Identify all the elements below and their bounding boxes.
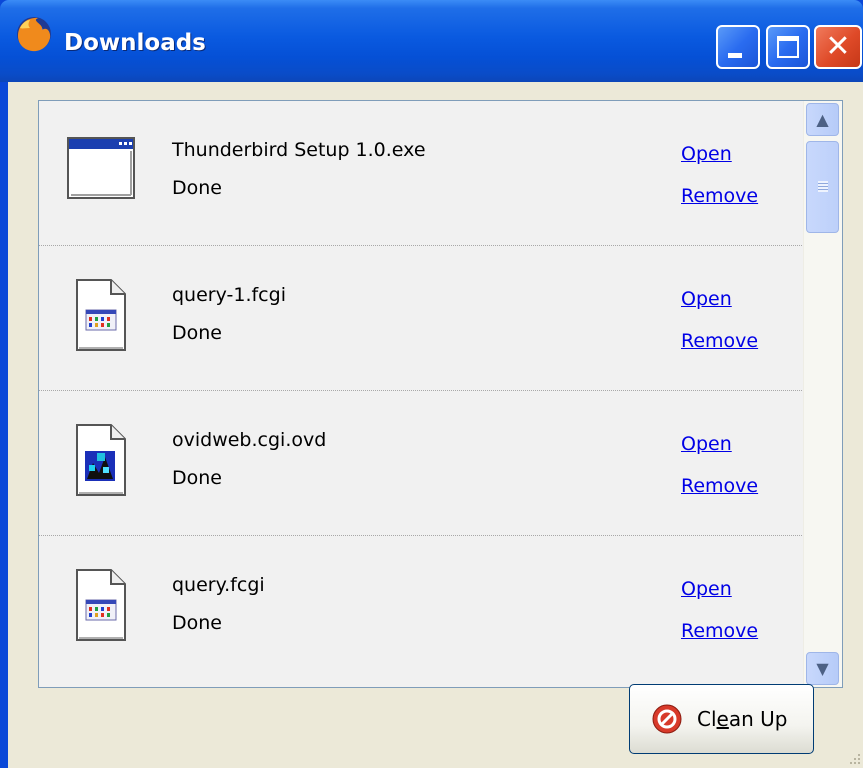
document-file-icon <box>76 569 126 641</box>
download-item[interactable]: Thunderbird Setup 1.0.exe Done Open Remo… <box>39 101 802 246</box>
maximize-button[interactable] <box>766 25 810 69</box>
open-link[interactable]: Open <box>681 288 732 310</box>
close-button[interactable]: ✕ <box>814 25 862 69</box>
download-item[interactable]: query.fcgi Done Open Remove <box>39 536 802 681</box>
scroll-down-button[interactable]: ▼ <box>806 652 839 685</box>
open-link[interactable]: Open <box>681 578 732 600</box>
file-name: query.fcgi <box>172 574 265 596</box>
open-link[interactable]: Open <box>681 433 732 455</box>
application-window-icon <box>67 137 135 199</box>
vertical-scrollbar[interactable]: ▲ ▼ <box>803 101 842 687</box>
remove-link[interactable]: Remove <box>681 185 758 207</box>
resize-grip-icon[interactable] <box>846 750 862 766</box>
download-status: Done <box>172 177 222 199</box>
remove-link[interactable]: Remove <box>681 620 758 642</box>
downloads-list[interactable]: Thunderbird Setup 1.0.exe Done Open Remo… <box>38 100 843 688</box>
file-name: ovidweb.cgi.ovd <box>172 429 327 451</box>
window-title: Downloads <box>64 30 206 56</box>
file-name: Thunderbird Setup 1.0.exe <box>172 139 426 161</box>
scrollbar-thumb[interactable] <box>806 141 839 233</box>
stop-icon <box>652 704 682 734</box>
download-status: Done <box>172 612 222 634</box>
chevron-up-icon: ▲ <box>816 110 829 129</box>
chevron-down-icon: ▼ <box>816 659 829 678</box>
minimize-icon <box>728 53 742 58</box>
document-file-icon <box>76 279 126 351</box>
firefox-icon <box>17 17 51 52</box>
download-item[interactable]: query-1.fcgi Done Open Remove <box>39 246 802 391</box>
download-status: Done <box>172 467 222 489</box>
clean-up-button[interactable]: Clean Up <box>629 684 814 754</box>
close-icon: ✕ <box>825 29 851 64</box>
ovid-file-icon <box>76 424 126 496</box>
remove-link[interactable]: Remove <box>681 330 758 352</box>
scroll-up-button[interactable]: ▲ <box>806 103 839 136</box>
download-item[interactable]: ovidweb.cgi.ovd Done Open Remove <box>39 391 802 536</box>
grip-icon <box>818 181 828 192</box>
file-name: query-1.fcgi <box>172 284 286 306</box>
downloads-window: Downloads ✕ Thunderbird Setup 1.0.exe Do… <box>0 0 863 768</box>
open-link[interactable]: Open <box>681 143 732 165</box>
remove-link[interactable]: Remove <box>681 475 758 497</box>
clean-up-label: Clean Up <box>697 707 788 731</box>
minimize-button[interactable] <box>716 25 760 69</box>
download-status: Done <box>172 322 222 344</box>
title-bar[interactable]: Downloads ✕ <box>0 0 863 82</box>
window-client-area: Thunderbird Setup 1.0.exe Done Open Remo… <box>8 82 863 768</box>
maximize-icon <box>777 36 799 58</box>
